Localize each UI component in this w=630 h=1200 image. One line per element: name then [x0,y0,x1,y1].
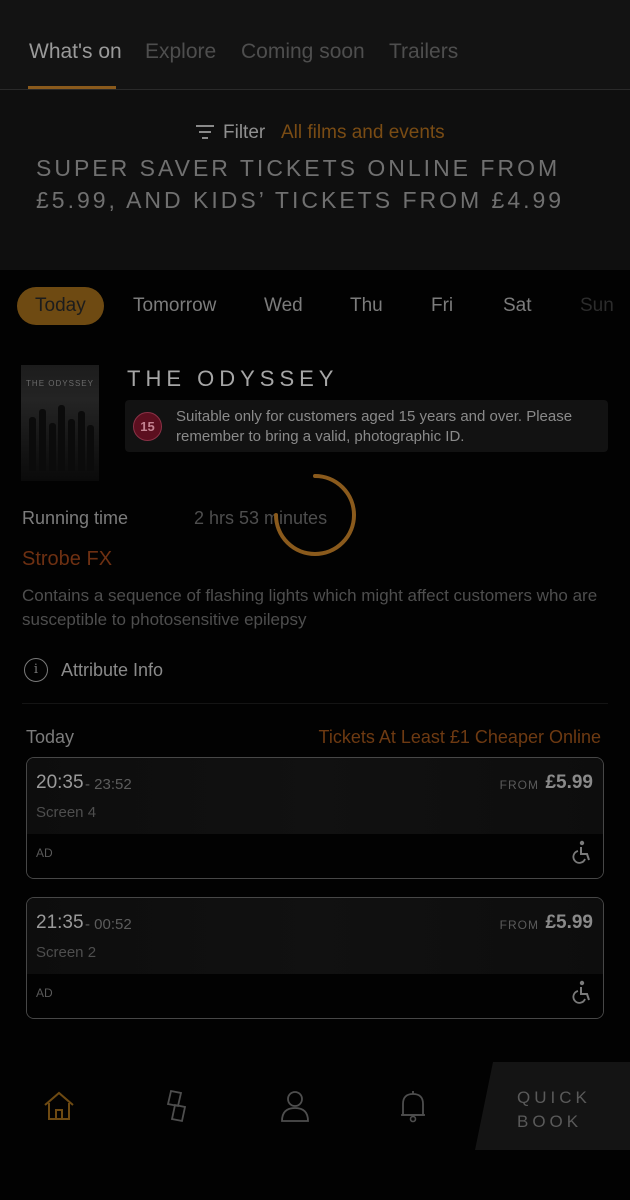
account-icon[interactable] [277,1088,313,1124]
promo-line-2: £5.99, AND KIDS’ TICKETS FROM £4.99 [36,187,565,213]
showtime-start: 21:35 [36,912,84,933]
promo-banner: SUPER SAVER TICKETS ONLINE FROM £5.99, A… [36,160,596,224]
schedule-day-label: Today [26,727,75,747]
certificate-badge: 15 [133,412,162,441]
filter-value[interactable]: All films and events [281,122,445,144]
film-title: THE ODYSSEY [127,366,339,391]
attribute-info-label: Attribute Info [61,660,164,680]
showtime-price: £5.99 [545,912,593,933]
promo-line-1: SUPER SAVER TICKETS ONLINE FROM [36,160,561,181]
info-icon: i [24,658,48,682]
showtime-start: 20:35 [36,772,84,793]
showtime-price: £5.99 [545,772,593,793]
wheelchair-icon [572,840,590,864]
running-time-label: Running time [22,508,129,528]
showtime-end: - 23:52 [85,776,132,793]
notifications-icon[interactable] [395,1088,431,1124]
day-thu[interactable]: Thu [350,287,383,325]
tickets-icon[interactable] [159,1088,195,1124]
price-from-label: FROM [499,918,539,932]
strobe-warning-text: Contains a sequence of flashing lights w… [22,586,598,629]
day-sun[interactable]: Sun [580,287,614,325]
quick-book-line-1: QUICK [517,1088,591,1107]
loading-spinner [274,474,356,556]
day-tomorrow[interactable]: Tomorrow [133,287,216,325]
filter-icon[interactable] [196,124,214,140]
certificate-notice: 15 Suitable only for customers aged 15 y… [125,400,608,452]
price-from-label: FROM [499,778,539,792]
day-sat[interactable]: Sat [503,287,532,325]
divider [22,703,608,704]
tab-coming-soon[interactable]: Coming soon [241,40,365,64]
showtime-card[interactable]: 20:35 - 23:52 Screen 4 FROM £5.99 AD [26,757,604,879]
tab-trailers[interactable]: Trailers [389,40,458,64]
quick-book-button[interactable]: QUICK BOOK [475,1062,630,1150]
day-selector: Today Tomorrow Wed Thu Fri Sat Sun [0,282,630,330]
filter-button[interactable]: Filter [223,122,265,144]
wheelchair-icon [572,980,590,1004]
showtime-screen: Screen 4 [36,804,97,821]
showtime-end: - 00:52 [85,916,132,933]
home-icon[interactable] [41,1088,77,1124]
top-tab-bar: What's on Explore Coming soon Trailers [0,0,630,90]
strobe-warning-title: Strobe FX [22,548,113,570]
tab-whats-on[interactable]: What's on [29,40,122,64]
film-poster[interactable]: THE ODYSSEY [21,365,99,481]
day-wed[interactable]: Wed [264,287,303,325]
tab-explore[interactable]: Explore [145,40,216,64]
active-tab-indicator [28,86,116,89]
day-fri[interactable]: Fri [431,287,453,325]
quick-book-line-2: BOOK [517,1112,583,1131]
poster-title: THE ODYSSEY [26,379,94,388]
audio-description-tag: AD [36,846,53,860]
showtime-screen: Screen 2 [36,944,97,961]
audio-description-tag: AD [36,986,53,1000]
showtime-card[interactable]: 21:35 - 00:52 Screen 2 FROM £5.99 AD [26,897,604,1019]
bottom-nav: QUICK BOOK [0,1058,630,1154]
day-today[interactable]: Today [17,287,104,325]
online-discount-note: Tickets At Least £1 Cheaper Online [318,727,602,747]
certificate-text: Suitable only for customers aged 15 year… [176,408,573,445]
